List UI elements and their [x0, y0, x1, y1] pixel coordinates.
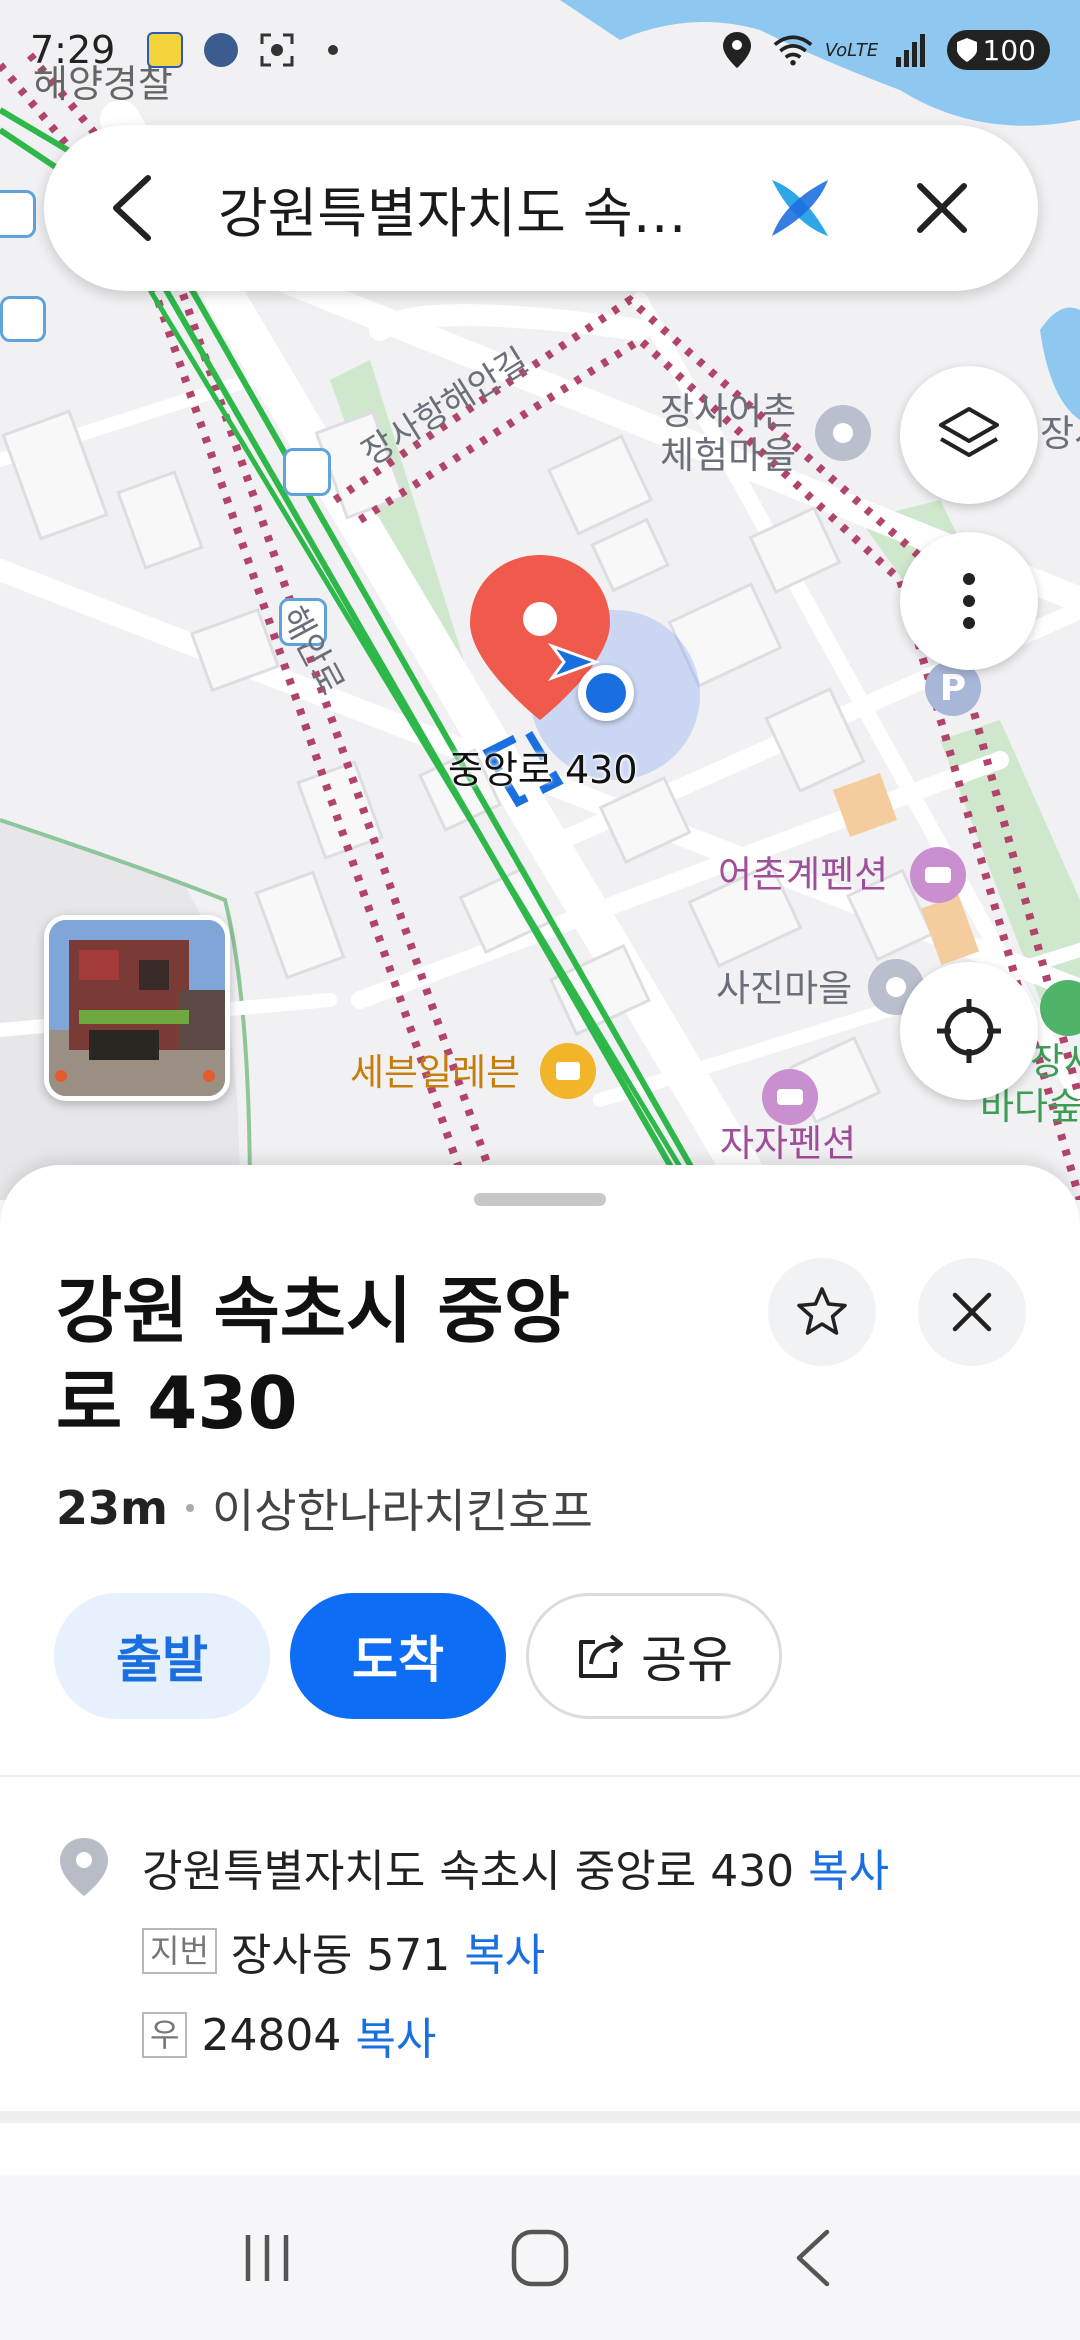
- map-label-village: 장사어촌 체험마을: [660, 390, 796, 479]
- copy-road-address-button[interactable]: 복사: [808, 1835, 889, 1899]
- map-label-center-address: 중앙로 430: [448, 748, 638, 792]
- place-distance: 23m: [56, 1481, 168, 1535]
- my-location-button[interactable]: [900, 962, 1038, 1100]
- battery-indicator: 100: [946, 30, 1050, 70]
- more-vertical-icon: [963, 573, 975, 629]
- village-line1: 장사어촌: [660, 390, 797, 433]
- star-icon: [797, 1287, 847, 1335]
- arrive-button[interactable]: 도착: [290, 1593, 506, 1719]
- place-photo-thumbnail[interactable]: [44, 915, 230, 1101]
- lodging-icon[interactable]: [910, 847, 966, 903]
- postal-tag: 우: [142, 2011, 188, 2059]
- postal-code: 24804: [201, 2009, 342, 2061]
- address-section: 강원특별자치도 속초시 중앙로 430 복사 지번 장사동 571 복사 우 2…: [56, 1825, 889, 2077]
- share-label: 공유: [641, 1631, 733, 1689]
- jibun-address-row: 지번 장사동 571 복사: [142, 1909, 889, 1993]
- battery-level: 100: [982, 33, 1036, 67]
- recent-apps-button[interactable]: [222, 2213, 312, 2303]
- layers-icon: [939, 407, 999, 457]
- place-bottom-sheet[interactable]: 강원 속초시 중앙로 430 23m 이상한나라치킨호프 출발 도착 공유 강원…: [0, 1165, 1080, 2175]
- location-status-icon: [717, 30, 757, 70]
- current-location-dot: [578, 665, 634, 721]
- map-label-edge-bottom1: 장사: [1030, 1040, 1080, 1083]
- more-notifications-dot-icon: [313, 30, 353, 70]
- jibun-address: 장사동 571: [230, 1930, 451, 1981]
- status-time: 7:29: [30, 28, 116, 72]
- place-photo: [49, 920, 225, 1096]
- start-button[interactable]: 출발: [54, 1593, 270, 1719]
- crosshair-icon: [937, 999, 1001, 1063]
- close-search-icon[interactable]: [908, 174, 976, 242]
- system-back-icon: [797, 2229, 830, 2286]
- app-notification-icon: [145, 30, 185, 70]
- map-label-edge-top: 장시: [1040, 412, 1080, 455]
- signal-icon: [891, 30, 931, 70]
- volte-icon: VoLTE: [824, 39, 879, 61]
- home-button[interactable]: [495, 2213, 585, 2303]
- section-divider: [0, 1775, 1080, 1777]
- place-meta: 23m 이상한나라치킨호프: [56, 1475, 593, 1541]
- battery-shield-icon: [956, 38, 977, 62]
- lodging-icon[interactable]: [762, 1069, 818, 1125]
- village-line2: 체험마을: [660, 434, 797, 478]
- map-label-photo-village: 사진마을: [716, 967, 853, 1010]
- recent-apps-icon: [245, 2234, 288, 2281]
- village-poi-icon[interactable]: [815, 405, 871, 461]
- search-bar[interactable]: 강원특별자치도 속…: [44, 125, 1038, 291]
- map-layers-button[interactable]: [900, 366, 1038, 504]
- screenshot-icon: [257, 30, 297, 70]
- search-query[interactable]: 강원특별자치도 속…: [218, 169, 698, 248]
- convenience-store-icon[interactable]: [540, 1043, 596, 1099]
- close-icon: [952, 1292, 992, 1332]
- map-label-pension: 어촌계펜션: [718, 853, 889, 896]
- road-address: 강원특별자치도 속초시 중앙로 430: [142, 1846, 795, 1897]
- status-bar: 7:29 VoLTE 100: [0, 0, 1080, 100]
- map-label-jaja-pension: 자자펜션: [720, 1122, 857, 1165]
- share-icon: [579, 1634, 623, 1678]
- copy-postal-button[interactable]: 복사: [355, 2003, 436, 2067]
- system-back-button[interactable]: [768, 2213, 858, 2303]
- screen: 해양경찰 장사항해안길 해안로 장사어촌 체험마을 장시 P 어촌계펜션 사진마…: [0, 0, 1080, 2340]
- location-notification-icon: [201, 30, 241, 70]
- section-divider-thick: [0, 2111, 1080, 2123]
- bus-stop-icon[interactable]: [0, 190, 36, 238]
- place-nearby-landmark: 이상한나라치킨호프: [211, 1484, 593, 1538]
- home-icon: [511, 2229, 569, 2286]
- road-address-row: 강원특별자치도 속초시 중앙로 430 복사: [56, 1825, 889, 1909]
- postal-code-row: 우 24804 복사: [142, 1993, 889, 2077]
- copy-jibun-button[interactable]: 복사: [464, 1919, 545, 1983]
- meta-separator: [185, 1504, 194, 1512]
- ai-assistant-icon[interactable]: [760, 168, 840, 248]
- close-sheet-button[interactable]: [918, 1258, 1026, 1366]
- bus-stop-icon[interactable]: [0, 296, 46, 342]
- favorite-button[interactable]: [768, 1258, 876, 1366]
- system-navigation-bar: [0, 2175, 1080, 2340]
- location-pin-icon: [56, 1837, 112, 1897]
- map-label-seven-eleven: 세븐일레븐: [350, 1051, 521, 1094]
- action-buttons: 출발 도착 공유: [54, 1593, 782, 1719]
- wifi-icon: [773, 30, 813, 70]
- place-title: 강원 속초시 중앙로 430: [56, 1269, 570, 1446]
- jibun-tag: 지번: [142, 1927, 217, 1975]
- share-button[interactable]: 공유: [526, 1593, 782, 1719]
- bus-stop-icon[interactable]: [283, 448, 331, 496]
- sheet-drag-handle[interactable]: [474, 1193, 606, 1206]
- back-icon[interactable]: [102, 175, 162, 241]
- map-more-button[interactable]: [900, 532, 1038, 670]
